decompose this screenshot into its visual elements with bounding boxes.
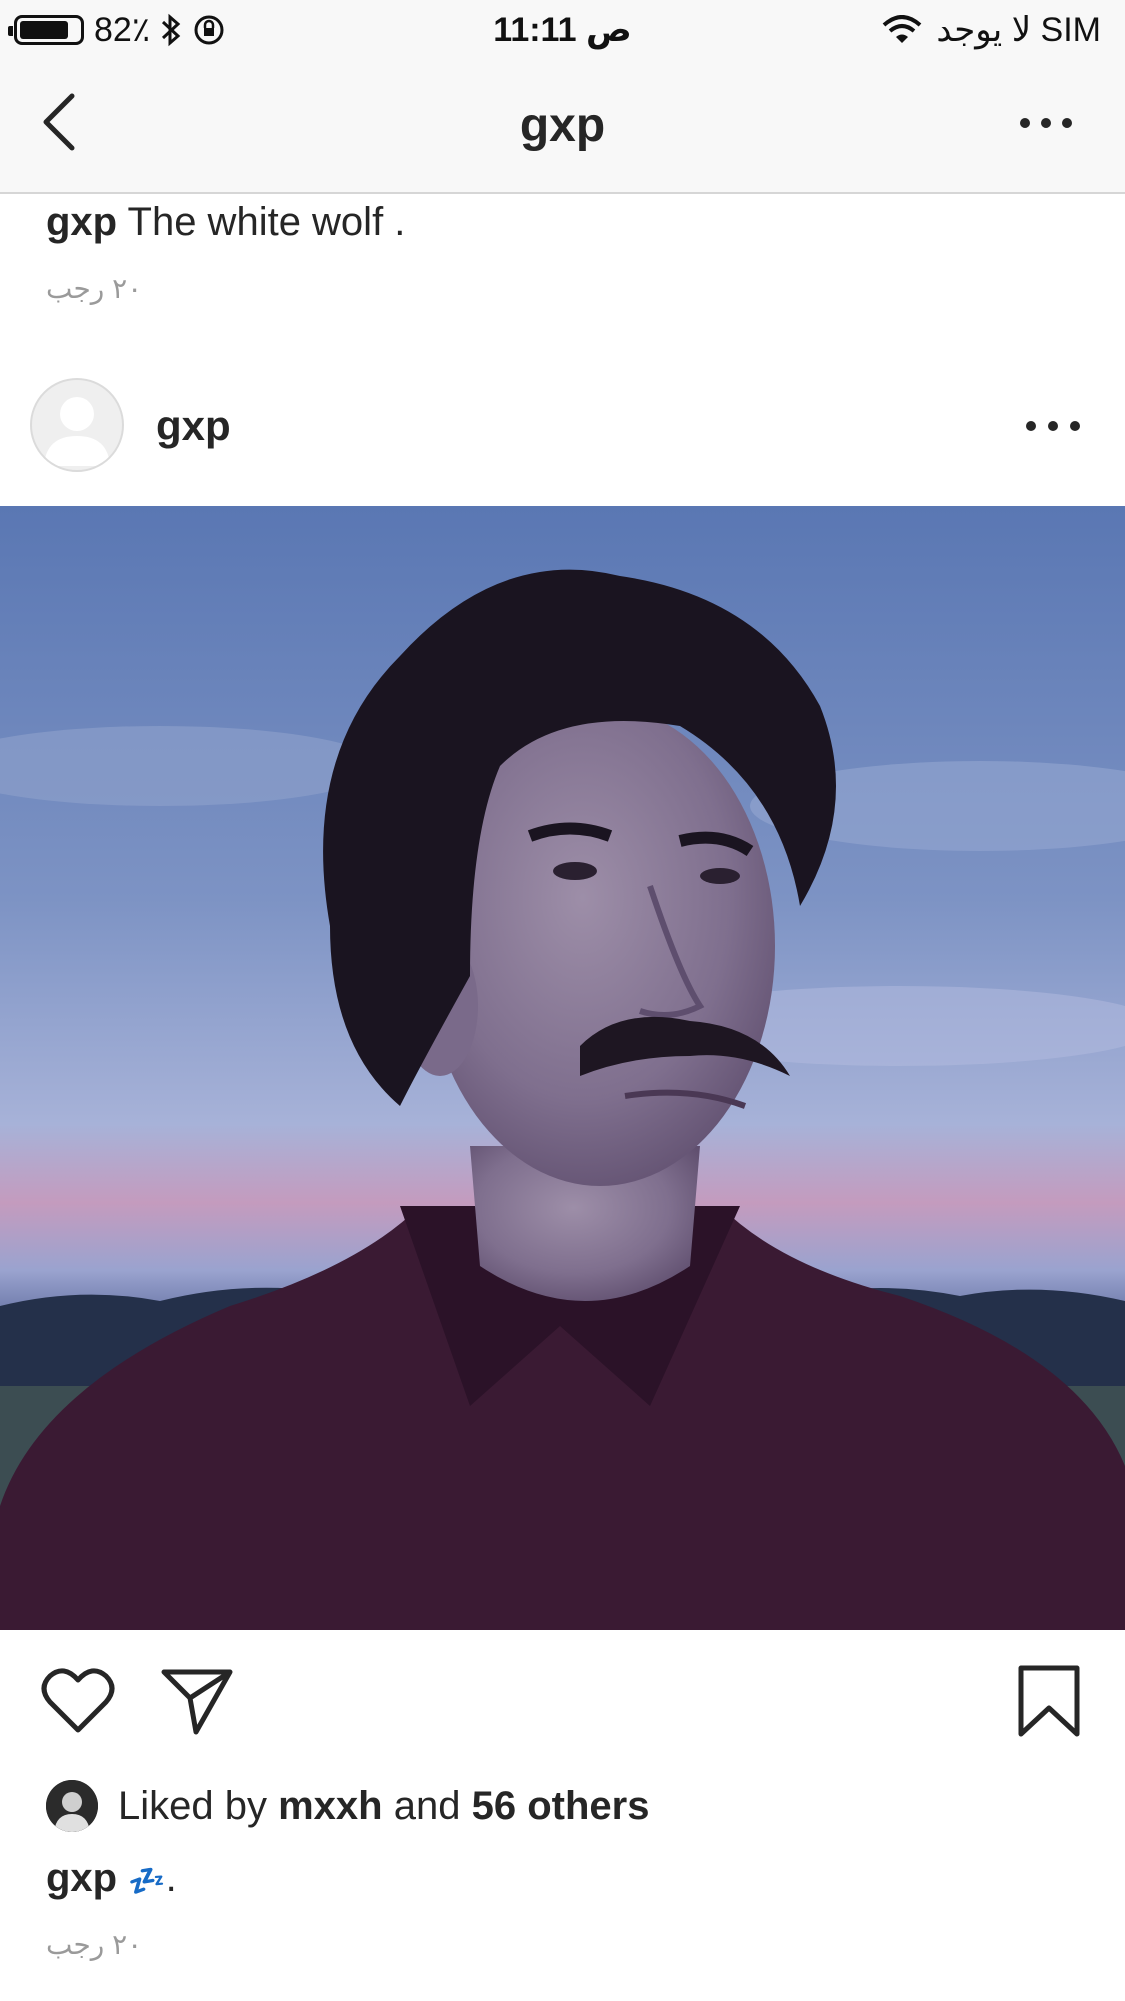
caption-username[interactable]: gxp [46,200,117,244]
page-title: gxp [519,99,606,152]
more-options-icon[interactable] [1023,414,1083,438]
caption-text: The white wolf . [127,200,406,244]
caption-end: . [165,1856,177,1900]
bookmark-icon[interactable] [1017,1664,1081,1738]
post-header: gxp [0,372,1125,482]
post-caption: gxp 💤. [46,1856,177,1901]
status-right: لا يوجد SIM [882,10,1101,50]
post-photo[interactable] [0,506,1125,1630]
likes-row[interactable]: Liked by mxxh and 56 others [46,1780,649,1832]
more-options-icon[interactable] [1011,108,1081,138]
nav-bar: gxp [0,62,1125,194]
liker-avatar[interactable] [46,1780,98,1832]
avatar[interactable] [30,378,124,472]
liker-avatar-image [46,1780,98,1832]
default-avatar-icon [44,397,110,466]
likes-prefix: Liked by [118,1783,267,1828]
post-date: ٢٠ رجب [46,1929,143,1960]
action-bar [0,1660,1125,1750]
caption-username[interactable]: gxp [46,1856,117,1900]
previous-caption: gxp The white wolf . [46,200,405,245]
wifi-icon [883,15,922,43]
heart-icon[interactable] [40,1666,116,1736]
send-icon[interactable] [160,1666,234,1736]
previous-post-date: ٢٠ رجب [46,273,143,304]
portrait-image [0,506,1125,1630]
post-username[interactable]: gxp [156,402,231,450]
liker-username[interactable]: mxxh [278,1784,383,1829]
carrier-label: لا يوجد SIM [936,11,1101,49]
likes-count[interactable]: 56 others [472,1784,650,1829]
likes-conjunction: and [393,1783,461,1828]
status-bar: 82٪ 11:11 ص لا يوجد SIM [0,0,1125,62]
zzz-emoji: 💤 [128,1865,166,1898]
